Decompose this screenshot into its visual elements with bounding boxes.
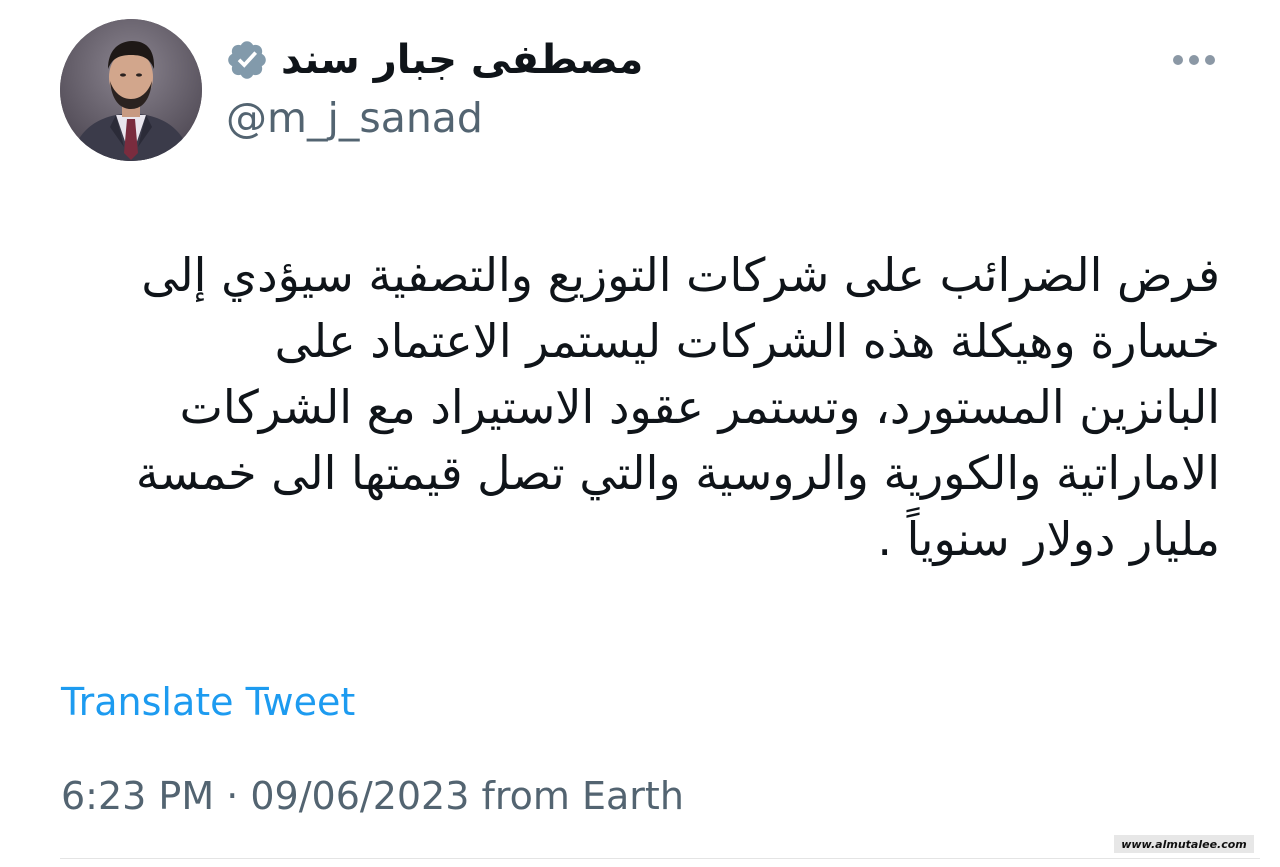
- tweet-text: فرض الضرائب على شركات التوزيع والتصفية س…: [60, 242, 1220, 572]
- profile-photo-icon: [60, 19, 202, 161]
- author-name-row[interactable]: مصطفى جبار سند: [225, 30, 643, 90]
- tweet-text-line: البانزين المستورد، وتستمر عقود الاستيراد…: [179, 380, 1220, 434]
- author-handle[interactable]: @m_j_sanad: [226, 94, 483, 142]
- display-name[interactable]: مصطفى جبار سند: [281, 37, 643, 83]
- more-horizontal-icon: [1173, 55, 1215, 65]
- tweet-source: from Earth: [469, 774, 684, 818]
- tweet-meta: 6:23 PM · 09/06/2023 from Earth: [61, 774, 684, 818]
- tweet-text-line: الاماراتية والكورية والروسية والتي تصل ق…: [135, 446, 1220, 500]
- site-watermark: www.almutalee.com: [1114, 835, 1254, 853]
- tweet-text-line: فرض الضرائب على شركات التوزيع والتصفية س…: [141, 248, 1220, 302]
- divider: [60, 858, 1260, 859]
- tweet-date[interactable]: 09/06/2023: [250, 774, 469, 818]
- verified-badge-icon: [225, 38, 269, 82]
- more-options-button[interactable]: [1166, 40, 1222, 80]
- tweet-text-line: خسارة وهيكلة هذه الشركات ليستمر الاعتماد…: [274, 314, 1220, 368]
- tweet-text-line: مليار دولار سنوياً .: [877, 512, 1220, 566]
- meta-separator: ·: [214, 774, 251, 818]
- tweet-time[interactable]: 6:23 PM: [61, 774, 214, 818]
- translate-tweet-link[interactable]: Translate Tweet: [61, 680, 355, 724]
- avatar[interactable]: [60, 19, 202, 161]
